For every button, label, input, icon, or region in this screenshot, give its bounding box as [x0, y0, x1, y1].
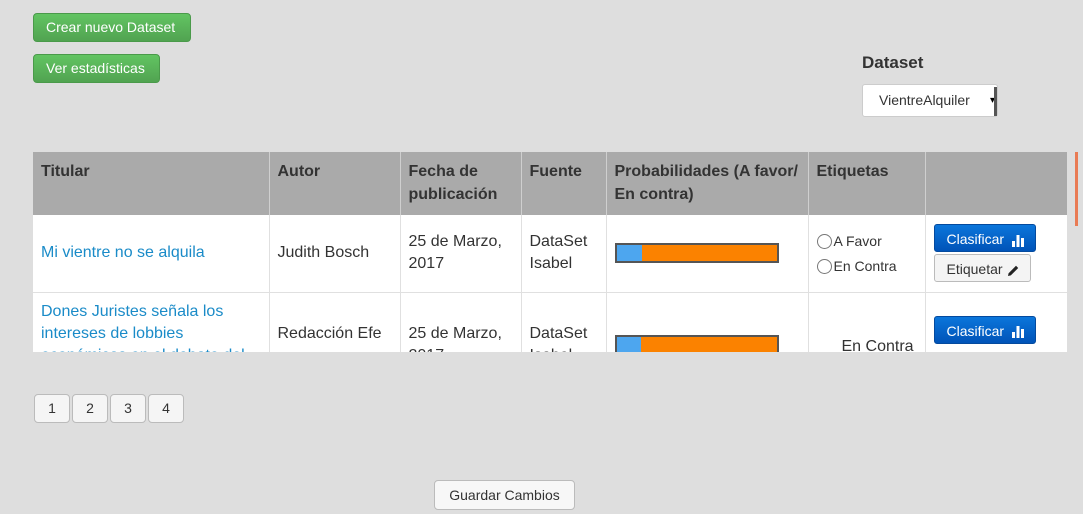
view-stats-button[interactable]: Ver estadísticas: [33, 54, 160, 83]
page-button-2[interactable]: 2: [72, 394, 108, 423]
table-header-row: Titular Autor Fecha de publicación Fuent…: [33, 152, 1067, 215]
scrollbar-thumb[interactable]: [1075, 152, 1078, 226]
tag-button[interactable]: Etiquetar: [933, 254, 1032, 283]
date-cell: 25 de Marzo, 2017: [400, 215, 522, 293]
date-cell: 25 de Marzo, 2017: [400, 292, 522, 352]
create-dataset-button[interactable]: Crear nuevo Dataset: [33, 13, 191, 42]
classify-button[interactable]: Clasificar: [933, 315, 1036, 344]
article-title-link[interactable]: Dones Juristes señala los intereses de l…: [41, 303, 245, 353]
probability-cell: [606, 292, 809, 352]
radio-contra-label: En Contra: [833, 257, 897, 274]
probability-bar: [614, 334, 779, 352]
pencil-icon: [1008, 265, 1019, 277]
classify-button[interactable]: Clasificar: [933, 224, 1036, 253]
radio-favor[interactable]: A Favor: [816, 228, 917, 253]
header-titular: Titular: [33, 152, 270, 215]
radio-contra-circle[interactable]: [816, 259, 832, 275]
tags-cell: En Contra: [808, 292, 926, 353]
header-fuente: Fuente: [521, 152, 607, 215]
author-cell: Redacción Efe: [269, 292, 401, 352]
probability-bar: [614, 243, 779, 264]
header-fecha: Fecha de publicación: [400, 152, 522, 215]
header-actions: [925, 152, 1067, 215]
select-edge: [994, 87, 997, 116]
header-autor: Autor: [269, 152, 401, 215]
dataset-select[interactable]: VientreAlquiler ▾: [862, 84, 998, 117]
radio-favor-label: A Favor: [833, 232, 882, 249]
actions-cell: Clasificar Etiquetar: [925, 215, 1067, 293]
radio-favor-circle[interactable]: [816, 234, 832, 250]
classify-label: Clasificar: [946, 322, 1005, 339]
source-cell: DataSet Isabel: [521, 292, 607, 352]
tags-cell: A Favor En Contra: [808, 215, 926, 293]
table-row: Mi vientre no se alquila Judith Bosch 25…: [33, 215, 1067, 293]
probability-favor-fill: [616, 245, 643, 262]
probability-cell: [606, 215, 809, 293]
page-button-1[interactable]: 1: [34, 394, 70, 423]
bar-chart-icon: [1011, 234, 1024, 247]
header-probabilidades: Probabilidades (A favor/ En contra): [606, 152, 809, 215]
tag-value: En Contra: [841, 337, 914, 353]
actions-cell: Clasificar: [925, 292, 1067, 352]
articles-table[interactable]: Titular Autor Fecha de publicación Fuent…: [33, 152, 1067, 352]
probability-favor-fill: [616, 336, 641, 352]
header-etiquetas: Etiquetas: [808, 152, 926, 215]
save-changes-button[interactable]: Guardar Cambios: [434, 480, 575, 510]
dataset-label: Dataset: [862, 53, 924, 72]
source-cell: DataSet Isabel: [521, 215, 607, 293]
bar-chart-icon: [1011, 325, 1024, 338]
radio-contra[interactable]: En Contra: [816, 253, 917, 278]
dataset-selected-value: VientreAlquiler: [879, 92, 970, 108]
author-cell: Judith Bosch: [269, 215, 401, 293]
tag-label: Etiquetar: [946, 261, 1003, 278]
probability-contra-fill: [640, 336, 777, 352]
page-button-4[interactable]: 4: [148, 394, 184, 423]
article-title-link[interactable]: Mi vientre no se alquila: [41, 244, 205, 261]
table-row: Dones Juristes señala los intereses de l…: [33, 292, 1067, 352]
page-button-3[interactable]: 3: [110, 394, 146, 423]
classify-label: Clasificar: [946, 231, 1005, 248]
probability-contra-fill: [642, 245, 777, 262]
